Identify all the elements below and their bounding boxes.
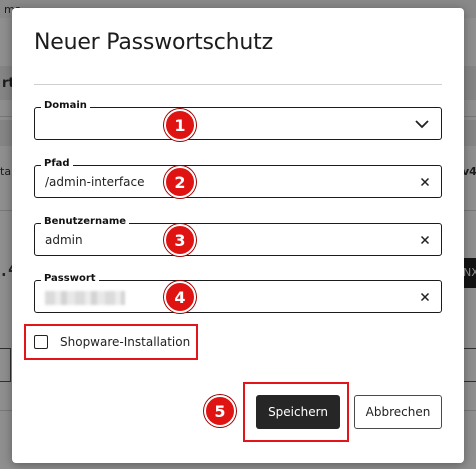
dialog-title: Neuer Passwortschutz	[34, 30, 273, 55]
password-field[interactable]: Passwort	[34, 272, 442, 313]
clear-path-icon[interactable]	[417, 174, 433, 190]
password-label: Passwort	[41, 272, 99, 286]
step-marker-4: 4	[164, 281, 196, 313]
path-label: Pfad	[41, 157, 73, 171]
chevron-down-icon[interactable]	[415, 118, 429, 130]
password-value-redacted	[45, 291, 125, 305]
path-value: /admin-interface	[45, 175, 145, 189]
title-divider	[34, 84, 442, 85]
step-marker-5: 5	[204, 395, 236, 427]
highlight-save-box	[243, 382, 349, 442]
step-marker-3: 3	[164, 224, 196, 256]
domain-select[interactable]: Domain	[34, 99, 442, 140]
username-field[interactable]: Benutzername admin	[34, 215, 442, 256]
step-marker-2: 2	[164, 166, 196, 198]
path-field[interactable]: Pfad /admin-interface	[34, 157, 442, 198]
cancel-button[interactable]: Abbrechen	[354, 395, 442, 429]
step-marker-1: 1	[164, 109, 196, 141]
clear-username-icon[interactable]	[417, 232, 433, 248]
domain-label: Domain	[41, 99, 90, 113]
highlight-checkbox-box	[24, 324, 198, 360]
username-value: admin	[45, 233, 83, 247]
password-protection-dialog: Neuer Passwortschutz Domain Pfad /admin-…	[12, 8, 464, 463]
clear-password-icon[interactable]	[417, 289, 433, 305]
username-label: Benutzername	[41, 215, 130, 229]
